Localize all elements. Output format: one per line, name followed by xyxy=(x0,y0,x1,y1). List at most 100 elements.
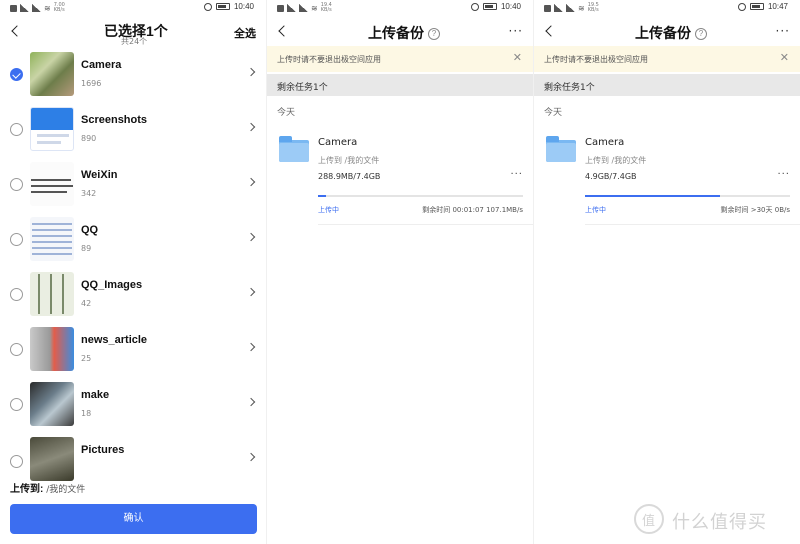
folder-name: WeiXin xyxy=(81,169,118,181)
battery-icon xyxy=(482,3,497,10)
folder-count: 890 xyxy=(81,134,97,143)
battery-icon xyxy=(749,3,764,10)
help-icon[interactable]: ? xyxy=(695,28,707,40)
task-eta: 剩余时间 00:01:07 107.1MB/s xyxy=(422,206,523,214)
chevron-right-icon[interactable] xyxy=(246,452,256,462)
status-bar: ≋ 7.00 KB/s 10:40 xyxy=(0,0,266,17)
folder-name: QQ xyxy=(81,224,99,236)
signal-icon xyxy=(554,4,563,12)
chevron-right-icon[interactable] xyxy=(246,67,256,77)
close-icon[interactable]: ✕ xyxy=(780,51,789,64)
help-icon[interactable]: ? xyxy=(428,28,440,40)
folder-row[interactable]: QQ 89 xyxy=(0,211,266,266)
select-checkbox[interactable] xyxy=(10,288,23,301)
task-size: 4.9GB/7.4GB xyxy=(585,172,637,181)
back-button[interactable] xyxy=(544,25,554,37)
select-checkbox[interactable] xyxy=(10,398,23,411)
folder-thumbnail xyxy=(30,272,74,316)
select-checkbox[interactable] xyxy=(10,343,23,356)
folder-count: 42 xyxy=(81,299,92,308)
warning-text: 上传时请不要退出极空间应用 xyxy=(277,55,381,64)
close-icon[interactable]: ✕ xyxy=(513,51,522,64)
chevron-right-icon[interactable] xyxy=(246,342,256,352)
back-button[interactable] xyxy=(277,25,287,37)
folder-count: 342 xyxy=(81,189,97,198)
task-destination: 上传到 /我的文件 xyxy=(318,156,380,165)
row-divider xyxy=(318,224,533,225)
folder-row[interactable]: news_article 25 xyxy=(0,321,266,376)
folder-name: news_article xyxy=(81,334,148,346)
upload-destination[interactable]: 上传到: /我的文件 xyxy=(10,480,85,495)
select-checkbox[interactable] xyxy=(10,178,23,191)
signal-icon xyxy=(287,4,296,12)
wifi-icon: ≋ xyxy=(578,3,585,13)
signal-icon-2 xyxy=(566,4,575,12)
chevron-right-icon[interactable] xyxy=(246,287,256,297)
chevron-right-icon[interactable] xyxy=(246,232,256,242)
folder-icon xyxy=(546,136,576,162)
status-time: 10:40 xyxy=(500,2,521,11)
task-more-icon[interactable]: ··· xyxy=(777,169,790,180)
confirm-button[interactable]: 确认 xyxy=(10,504,257,534)
folder-name: QQ_Images xyxy=(81,279,143,291)
wifi-icon: ≋ xyxy=(311,3,318,13)
folder-row[interactable]: make 18 xyxy=(0,376,266,431)
folder-row[interactable]: Camera 1696 xyxy=(0,46,266,101)
select-checkbox[interactable] xyxy=(10,233,23,246)
more-options-icon[interactable]: ··· xyxy=(509,24,523,38)
folder-thumbnail xyxy=(30,217,74,261)
folder-row[interactable]: Pictures xyxy=(0,431,266,481)
folder-row[interactable]: QQ_Images 42 xyxy=(0,266,266,321)
select-checkbox[interactable] xyxy=(10,68,23,81)
status-bar: ≋ 19.5 KB/s 10:47 xyxy=(534,0,800,17)
more-options-icon[interactable]: ··· xyxy=(776,24,790,38)
upload-to-path: /我的文件 xyxy=(46,485,86,495)
warning-banner: 上传时请不要退出极空间应用 ✕ xyxy=(534,46,800,72)
warning-banner: 上传时请不要退出极空间应用 ✕ xyxy=(267,46,533,72)
folder-row[interactable]: Screenshots 890 xyxy=(0,101,266,156)
remaining-tasks-text: 剩余任务1个 xyxy=(544,83,595,93)
sim-icon xyxy=(10,4,17,12)
alarm-icon xyxy=(470,2,479,11)
status-bar: ≋ 19.4 KB/s 10:40 xyxy=(267,0,533,17)
back-button[interactable] xyxy=(10,25,20,37)
signal-icon xyxy=(20,4,29,12)
date-group-label: 今天 xyxy=(277,108,296,118)
select-checkbox[interactable] xyxy=(10,455,23,468)
folder-thumbnail xyxy=(30,52,74,96)
status-time: 10:47 xyxy=(767,2,788,11)
folder-thumbnail xyxy=(30,437,74,481)
network-speed: 19.5 KB/s xyxy=(587,2,599,13)
task-name: Camera xyxy=(585,137,625,148)
folder-count: 25 xyxy=(81,354,92,363)
upload-to-label: 上传到: xyxy=(10,484,44,495)
alarm-icon xyxy=(737,2,746,11)
task-size: 288.9MB/7.4GB xyxy=(318,172,381,181)
folder-count: 89 xyxy=(81,244,92,253)
remaining-tasks-header: 剩余任务1个 xyxy=(267,74,533,96)
task-status: 上传中 xyxy=(318,206,339,214)
task-more-icon[interactable]: ··· xyxy=(510,169,523,180)
select-checkbox[interactable] xyxy=(10,123,23,136)
select-all-button[interactable]: 全选 xyxy=(234,25,256,41)
warning-text: 上传时请不要退出极空间应用 xyxy=(544,55,648,64)
folder-row[interactable]: WeiXin 342 xyxy=(0,156,266,211)
task-status: 上传中 xyxy=(585,206,606,214)
task-name: Camera xyxy=(318,137,358,148)
signal-icon-2 xyxy=(32,4,41,12)
sim-icon xyxy=(544,4,551,12)
watermark-seal-icon xyxy=(634,504,664,534)
folder-thumbnail xyxy=(30,107,74,151)
folder-name: Screenshots xyxy=(81,114,148,126)
page-title: 上传备份? xyxy=(368,23,440,43)
chevron-right-icon[interactable] xyxy=(246,177,256,187)
folder-name: Camera xyxy=(81,59,122,71)
folder-name: make xyxy=(81,389,110,401)
chevron-right-icon[interactable] xyxy=(246,122,256,132)
folder-count: 1696 xyxy=(81,79,102,88)
page-title-text: 上传备份 xyxy=(635,25,691,41)
network-speed: 19.4 KB/s xyxy=(320,2,332,13)
chevron-right-icon[interactable] xyxy=(246,397,256,407)
progress-fill xyxy=(585,195,721,197)
folder-thumbnail xyxy=(30,162,74,206)
